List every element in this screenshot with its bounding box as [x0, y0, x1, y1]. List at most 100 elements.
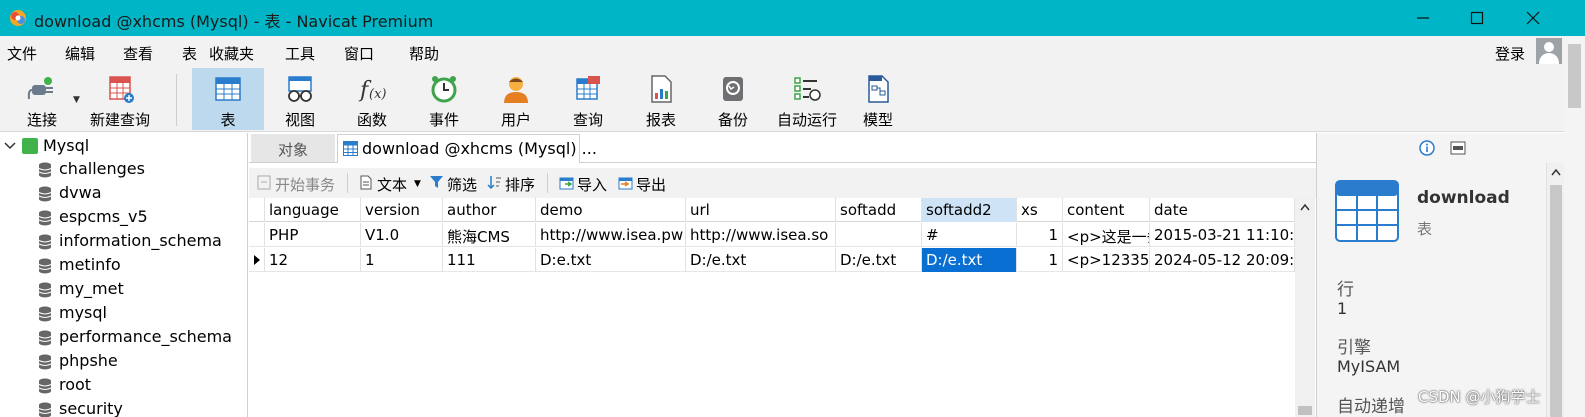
outer-scroll-thumb[interactable]: [1568, 44, 1581, 108]
table-cell[interactable]: 1: [361, 248, 443, 272]
autorun-icon: [794, 77, 821, 101]
data-toolbar: 开始事务 文本 ▼ 筛选 排序 导入 导出: [249, 168, 1316, 198]
info-panel-scrollbar[interactable]: [1546, 163, 1564, 417]
column-header[interactable]: url: [686, 198, 836, 222]
table-cell[interactable]: 2024-05-12 20:09:2: [1150, 248, 1295, 272]
column-header[interactable]: softadd2: [922, 198, 1017, 222]
table-cell[interactable]: 熊海CMS: [443, 223, 536, 247]
menu-file[interactable]: 文件: [7, 43, 37, 64]
table-label: 表: [220, 111, 236, 129]
text-dropdown-icon[interactable]: ▼: [414, 179, 421, 189]
database-label: my_met: [59, 279, 124, 298]
menu-favorites[interactable]: 收藏夹: [209, 43, 254, 64]
row-indicator[interactable]: [249, 223, 265, 247]
avatar[interactable]: [1536, 38, 1562, 64]
event-button[interactable]: 事件: [408, 68, 480, 130]
info-panel-header-filler: [1546, 133, 1564, 163]
connect-dropdown-icon[interactable]: ▼: [73, 95, 80, 105]
database-label: root: [59, 375, 92, 394]
table-row[interactable]: PHP V1.0 熊海CMS http://www.isea.pw http://www…: [249, 223, 1295, 247]
export-icon: [618, 177, 633, 190]
table-cell[interactable]: http://www.isea.so: [686, 223, 836, 247]
table-cell[interactable]: <p>123351: [1063, 248, 1150, 272]
backup-label: 备份: [717, 111, 748, 129]
new-query-button[interactable]: 新建查询: [83, 68, 157, 130]
column-header[interactable]: author: [443, 198, 536, 222]
table-button[interactable]: 表: [192, 68, 264, 130]
chevron-up-icon[interactable]: [1551, 169, 1561, 176]
login-link[interactable]: 登录: [1495, 43, 1525, 64]
table-cell[interactable]: 1: [1017, 223, 1063, 247]
engine-value: MyISAM: [1337, 357, 1401, 376]
chevron-down-icon[interactable]: [4, 142, 16, 150]
table-cell[interactable]: #: [922, 223, 1017, 247]
column-header[interactable]: date: [1150, 198, 1295, 222]
table-cell[interactable]: 1: [1017, 248, 1063, 272]
view-button[interactable]: 视图: [264, 68, 336, 130]
autorun-label: 自动运行: [776, 111, 837, 129]
grid-scroll-thumb[interactable]: [1298, 406, 1312, 415]
column-header[interactable]: xs: [1017, 198, 1063, 222]
function-button[interactable]: f (x) 函数: [336, 68, 408, 130]
table-icon: [215, 77, 241, 101]
window-title: download @xhcms (Mysql) - 表 - Navicat Pr…: [34, 12, 434, 31]
sort-icon: [487, 176, 501, 190]
connection-label: Mysql: [43, 136, 90, 155]
database-icon: [38, 402, 52, 417]
column-header[interactable]: version: [361, 198, 443, 222]
table-cell[interactable]: [836, 223, 922, 247]
table-row[interactable]: 12 1 111 D:e.txt D:/e.txt D:/e.txt D:/e.txt 1 <p…: [249, 248, 1295, 272]
close-icon: [1526, 11, 1540, 25]
menu-table[interactable]: 表: [182, 43, 197, 64]
menu-view[interactable]: 查看: [123, 43, 153, 64]
menu-bar: 文件 编辑 查看 表 收藏夹 工具 窗口 帮助 登录: [0, 36, 1585, 66]
table-cell[interactable]: 12: [265, 248, 361, 272]
menu-help[interactable]: 帮助: [409, 43, 439, 64]
data-grid: language version author demo url softadd softa…: [249, 198, 1295, 417]
menu-tools[interactable]: 工具: [285, 43, 315, 64]
table-cell[interactable]: PHP: [265, 223, 361, 247]
info-icon[interactable]: [1419, 140, 1435, 156]
title-bar: download @xhcms (Mysql) - 表 - Navicat Pr…: [0, 0, 1585, 36]
tab-objects[interactable]: 对象: [251, 134, 335, 162]
column-header[interactable]: content: [1063, 198, 1150, 222]
table-cell[interactable]: 2015-03-21 11:10:3: [1150, 223, 1295, 247]
table-cell[interactable]: http://www.isea.pw: [536, 223, 686, 247]
subtoolbar-divider: [547, 173, 548, 193]
grid-scrollbar[interactable]: [1295, 198, 1315, 417]
table-cell[interactable]: 111: [443, 248, 536, 272]
table-cell[interactable]: D:/e.txt: [686, 248, 836, 272]
connect-label: 连接: [26, 111, 57, 129]
backup-button[interactable]: 备份: [697, 68, 769, 130]
query-label: 查询: [572, 111, 603, 129]
outer-scrollbar[interactable]: [1564, 36, 1585, 417]
ddl-icon[interactable]: [1450, 140, 1466, 156]
view-glasses-icon: [288, 76, 312, 102]
autorun-button[interactable]: 自动运行: [770, 68, 844, 130]
import-label: 导入: [577, 176, 608, 194]
row-indicator[interactable]: [249, 248, 265, 272]
column-header[interactable]: softadd: [836, 198, 922, 222]
minimize-button[interactable]: [1398, 0, 1448, 36]
table-cell[interactable]: V1.0: [361, 223, 443, 247]
chevron-up-icon[interactable]: [1300, 204, 1310, 211]
tab-download-table[interactable]: download @xhcms (Mysql) ...: [337, 134, 597, 163]
table-cell[interactable]: D:/e.txt: [922, 248, 1017, 272]
table-cell[interactable]: D:e.txt: [536, 248, 686, 272]
avatar-body: [1539, 53, 1559, 64]
table-cell[interactable]: <p>这是一条: [1063, 223, 1150, 247]
menu-edit[interactable]: 编辑: [65, 43, 95, 64]
report-label: 报表: [645, 111, 676, 129]
menu-window[interactable]: 窗口: [344, 43, 374, 64]
close-button[interactable]: [1508, 0, 1558, 36]
column-header[interactable]: demo: [536, 198, 686, 222]
maximize-button[interactable]: [1452, 0, 1502, 36]
column-header[interactable]: language: [265, 198, 361, 222]
table-cell[interactable]: D:/e.txt: [836, 248, 922, 272]
info-scroll-thumb[interactable]: [1550, 185, 1562, 417]
connect-button[interactable]: 连接: [6, 68, 78, 130]
model-button[interactable]: 模型: [842, 68, 914, 130]
user-button[interactable]: 用户: [480, 68, 552, 130]
report-button[interactable]: 报表: [625, 68, 697, 130]
query-button[interactable]: 查询: [552, 68, 624, 130]
